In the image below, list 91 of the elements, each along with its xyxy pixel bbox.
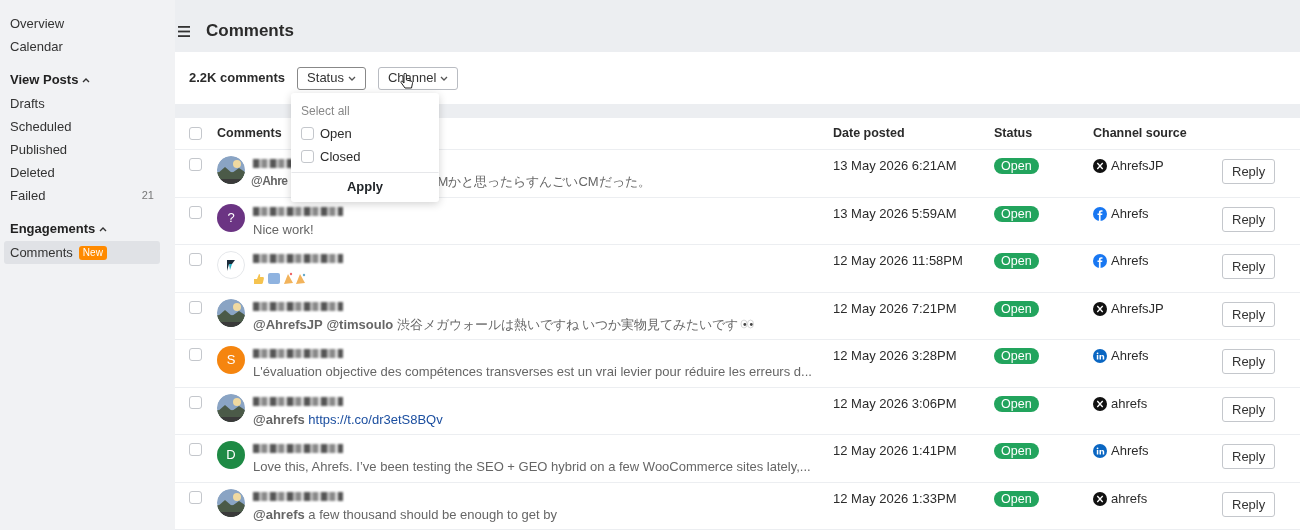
comment-text: @ahrefs https://t.co/dr3etS8BQv — [253, 409, 443, 429]
status-badge: Open — [994, 395, 1039, 412]
channel-name: ahrefs — [1111, 489, 1148, 508]
sidebar-item[interactable]: Scheduled — [4, 115, 160, 138]
comment-text: Mかと思ったらすんごいCMだった。 — [437, 173, 651, 191]
caret-icon — [440, 74, 449, 82]
x-logo-icon — [1093, 301, 1107, 316]
checkbox[interactable] — [301, 150, 314, 163]
logo-icon — [217, 251, 245, 279]
option-label[interactable]: Open — [320, 123, 352, 144]
date-text: 12 May 2026 1:33PM — [833, 490, 957, 506]
facebook-logo-icon — [1093, 206, 1107, 221]
comment-text: @ahrefs a few thousand should be enough to get by — [253, 505, 557, 524]
reply-button[interactable]: Reply — [1222, 396, 1276, 422]
x-logo-icon — [1093, 159, 1107, 173]
channel-name: Ahrefs — [1111, 347, 1149, 366]
x-logo-icon — [1093, 396, 1107, 411]
status-badge: Open — [994, 205, 1039, 222]
channel-name: Ahrefs — [1111, 252, 1149, 271]
channel-name: ahrefs — [1111, 394, 1148, 413]
checkbox[interactable] — [301, 127, 314, 140]
checkbox[interactable] — [189, 127, 202, 140]
select-all-option[interactable]: Select all — [291, 99, 439, 122]
status-badge: Open — [994, 348, 1039, 364]
date-text: 12 May 2026 3:28PM — [833, 348, 957, 363]
comment-text: Love this, Ahrefs. I’ve been testing the SEO + GEO hybrid on a few WooCommerce sites lately,... — [253, 458, 811, 476]
avatar: S — [217, 346, 245, 374]
avatar: ? — [217, 203, 245, 232]
date-text: 12 May 2026 3:06PM — [833, 395, 957, 411]
new-badge: New — [78, 245, 107, 260]
reply-button[interactable]: Reply — [1222, 159, 1276, 184]
column-header: Status — [994, 125, 1033, 143]
channel-name: Ahrefs — [1111, 442, 1149, 461]
reply-button[interactable]: Reply — [1222, 206, 1276, 232]
section-header[interactable]: Engagements — [4, 217, 160, 241]
column-header: Channel source — [1093, 125, 1187, 143]
date-text: 12 May 2026 7:21PM — [833, 300, 957, 316]
checkbox[interactable] — [189, 300, 202, 314]
channel-name: AhrefsJP — [1111, 157, 1164, 176]
checkbox[interactable] — [189, 205, 202, 219]
x-logo-icon — [1093, 491, 1107, 506]
status-badge: Open — [994, 253, 1039, 269]
comment-text: Nice work! — [253, 220, 315, 239]
reply-button[interactable]: Reply — [1222, 491, 1276, 517]
caret-icon — [82, 76, 91, 84]
avatar: D — [217, 441, 245, 469]
date-text: 13 May 2026 5:59AM — [833, 205, 957, 221]
status-badge: Open — [994, 490, 1039, 507]
checkbox[interactable] — [189, 158, 202, 171]
checkbox[interactable] — [189, 490, 202, 504]
comment-text: @AhrefsJP @timsoulo 渋谷メガウォールは熱いですね いつか実物見てみたいです — [253, 314, 755, 334]
linkedin-logo-icon — [1093, 444, 1107, 458]
caret-icon — [347, 74, 356, 82]
reply-button[interactable]: Reply — [1222, 254, 1276, 279]
status-badge: Open — [994, 443, 1039, 459]
checkbox[interactable] — [189, 253, 202, 266]
menu-icon — [178, 25, 190, 37]
comment-count: 2.2K comments — [189, 69, 286, 88]
status-badge: Open — [994, 300, 1039, 317]
status-badge: Open — [994, 158, 1039, 174]
sidebar-item[interactable]: Drafts — [4, 92, 160, 115]
option-label[interactable]: Closed — [320, 146, 361, 167]
sidebar-item[interactable]: Overview — [4, 12, 160, 35]
checkbox[interactable] — [189, 395, 202, 409]
column-header: Date posted — [833, 125, 905, 143]
channel-name: Ahrefs — [1111, 204, 1149, 223]
comment-text: @Ahre — [251, 173, 288, 190]
page-title: Comments — [206, 20, 294, 43]
sidebar-item[interactable]: Published — [4, 138, 160, 161]
linkedin-logo-icon — [1093, 349, 1107, 363]
link[interactable]: https://t.co/dr3etS8BQv — [308, 409, 443, 429]
reply-button[interactable]: Reply — [1222, 444, 1276, 469]
date-text: 12 May 2026 11:58PM — [833, 253, 963, 268]
sidebar-item[interactable]: Comments New — [4, 241, 160, 264]
filter-dropdown[interactable]: Status — [297, 66, 366, 90]
channel-name: AhrefsJP — [1111, 299, 1164, 318]
sidebar-item[interactable]: Failed 21 — [4, 184, 160, 207]
date-text: 12 May 2026 1:41PM — [833, 443, 957, 458]
comment-text: L'évaluation objective des compétences transverses est un vrai levier pour réduire les erreurs d... — [253, 363, 812, 381]
date-text: 13 May 2026 6:21AM — [833, 158, 957, 173]
item-count: 21 — [141, 188, 154, 204]
reply-button[interactable]: Reply — [1222, 301, 1276, 327]
checkbox[interactable] — [189, 443, 202, 456]
reply-button[interactable]: Reply — [1222, 349, 1276, 374]
sidebar-item[interactable]: Calendar — [4, 35, 160, 58]
column-header: Comments — [217, 125, 282, 143]
checkbox[interactable] — [189, 348, 202, 361]
facebook-logo-icon — [1093, 254, 1107, 268]
sidebar-item[interactable]: Deleted — [4, 161, 160, 184]
caret-icon — [99, 225, 108, 233]
section-header[interactable]: View Posts — [4, 68, 160, 92]
